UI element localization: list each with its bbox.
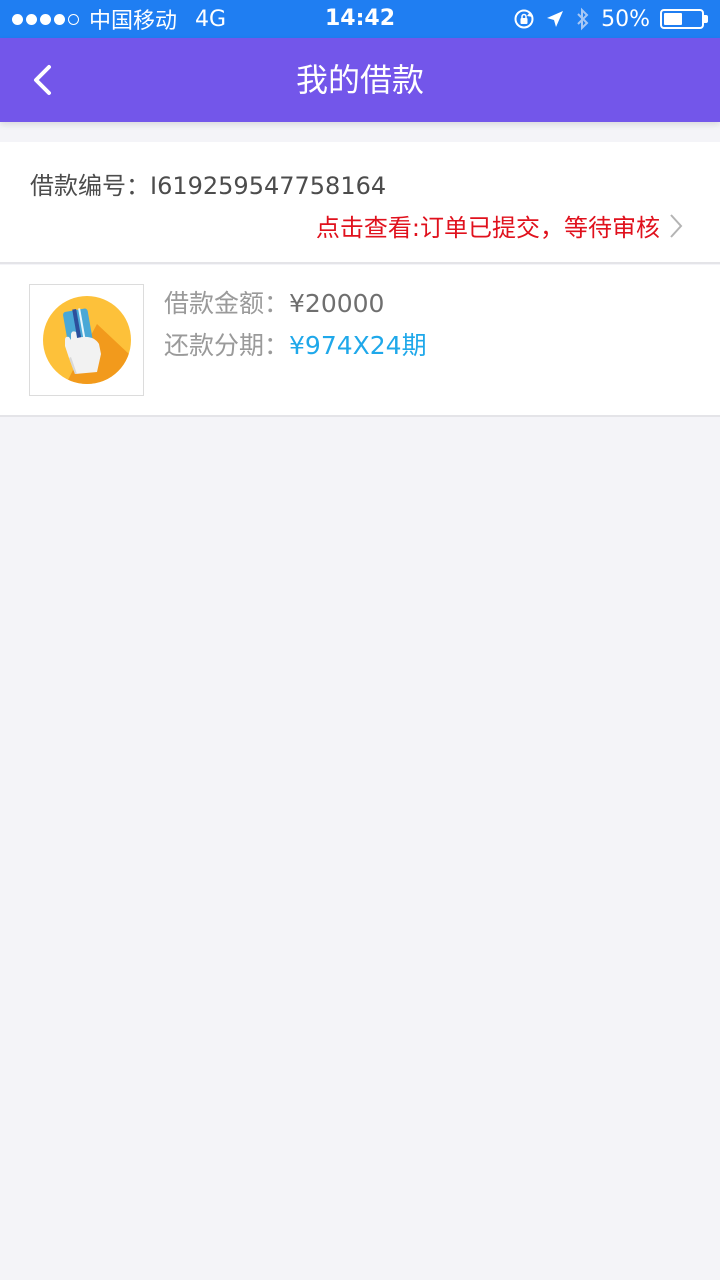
card-in-hand-icon (42, 296, 131, 384)
battery-icon (660, 9, 704, 29)
loan-id-value: I619259547758164 (150, 172, 387, 200)
location-arrow-icon (547, 11, 564, 27)
nav-bar: 我的借款 (0, 38, 720, 122)
chevron-left-icon (34, 65, 51, 95)
status-right: 50% (513, 6, 708, 32)
loan-id-row: 借款编号：I619259547758164 (30, 166, 386, 201)
loan-detail-card[interactable]: 借款金额：¥20000 还款分期：¥974X24期 (0, 265, 720, 417)
loan-id-label: 借款编号： (30, 172, 150, 200)
chevron-right-icon (670, 213, 683, 238)
loan-amount-label: 借款金额： (164, 289, 290, 318)
battery-percent: 50% (601, 6, 650, 32)
bluetooth-icon (577, 7, 589, 31)
loan-amount-value: ¥20000 (289, 289, 385, 318)
battery-tip (704, 15, 708, 23)
order-status-link[interactable]: 点击查看:订单已提交，等待审核 (316, 208, 684, 243)
status-bar: 中国移动 4G 14:42 50% (0, 0, 720, 38)
battery-fill (664, 13, 682, 25)
installment-label: 还款分期： (164, 331, 290, 360)
loan-thumbnail (29, 284, 144, 396)
order-card: 借款编号：I619259547758164 点击查看:订单已提交，等待审核 (0, 142, 720, 264)
installment-value: ¥974X24期 (289, 331, 427, 360)
loan-amount-row: 借款金额：¥20000 (164, 287, 427, 329)
installment-row: 还款分期：¥974X24期 (164, 329, 427, 371)
rotation-lock-icon (514, 9, 534, 29)
back-button[interactable] (18, 56, 66, 104)
page-title: 我的借款 (295, 61, 424, 99)
loan-info: 借款金额：¥20000 还款分期：¥974X24期 (164, 287, 427, 371)
order-status-text: 点击查看:订单已提交，等待审核 (315, 214, 660, 242)
